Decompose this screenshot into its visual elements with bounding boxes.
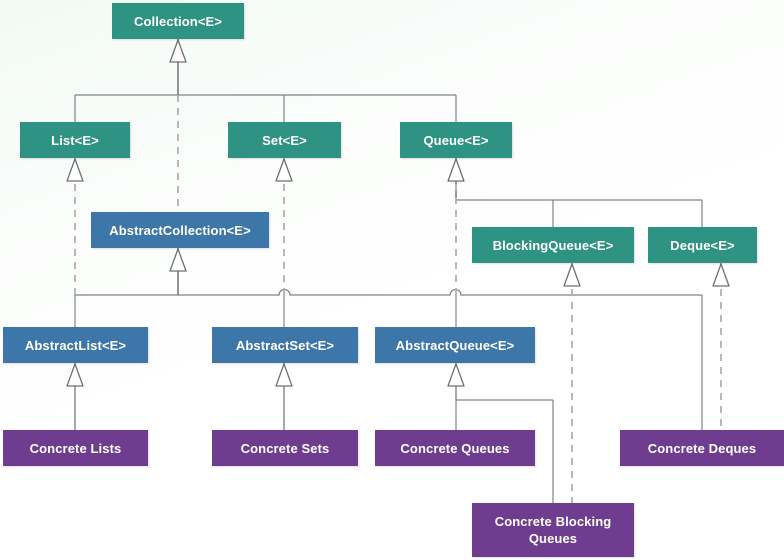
class-label-concretesets: Concrete Sets [240, 440, 330, 456]
class-label-concretequeues: Concrete Queues [400, 440, 510, 456]
arrowhead-to-list [66, 158, 84, 182]
connector-layer [66, 39, 730, 503]
class-box-deque[interactable]: Deque<E> [648, 227, 757, 263]
class-box-concretequeues[interactable]: Concrete Queues [375, 430, 535, 466]
class-label-collection: Collection<E> [134, 13, 222, 29]
class-box-abstractset[interactable]: AbstractSet<E> [212, 327, 358, 363]
class-label-abstractset: AbstractSet<E> [235, 337, 335, 353]
class-label-queue: Queue<E> [423, 132, 489, 148]
class-label-set: Set<E> [262, 132, 307, 148]
class-label-abstractlist: AbstractList<E> [24, 337, 127, 353]
class-label-abstractqueue: AbstractQueue<E> [395, 337, 515, 353]
arrowhead-to-collection [169, 39, 187, 63]
edge-bus-abstractcollection-children [75, 288, 702, 296]
arrowhead-to-set [275, 158, 293, 182]
class-box-abstractcollection[interactable]: AbstractCollection<E> [91, 212, 269, 248]
arrowhead-to-abstractlist [66, 363, 84, 387]
class-box-concretedeques[interactable]: Concrete Deques [620, 430, 784, 466]
class-box-collection[interactable]: Collection<E> [112, 3, 244, 39]
class-box-concretelists[interactable]: Concrete Lists [3, 430, 148, 466]
class-box-queue[interactable]: Queue<E> [400, 122, 512, 158]
class-box-abstractqueue[interactable]: AbstractQueue<E> [375, 327, 535, 363]
class-label-concretedeques: Concrete Deques [647, 440, 757, 456]
arrowhead-to-abstractqueue [447, 363, 465, 387]
class-box-concreteblocking[interactable]: Concrete Blocking Queues [472, 503, 634, 557]
class-label-concreteblocking: Concrete Blocking Queues [494, 514, 612, 546]
class-label-abstractcollection: AbstractCollection<E> [109, 222, 251, 238]
class-box-concretesets[interactable]: Concrete Sets [212, 430, 358, 466]
arrowhead-to-abstractset [275, 363, 293, 387]
class-box-blockingqueue[interactable]: BlockingQueue<E> [472, 227, 634, 263]
uml-class-diagram: Collection<E> List<E> Set<E> Queue<E> Bl… [0, 0, 784, 560]
class-label-concretelists: Concrete Lists [29, 440, 122, 456]
class-label-deque: Deque<E> [670, 237, 735, 253]
arrowhead-to-blockingqueue [563, 263, 581, 287]
class-box-set[interactable]: Set<E> [228, 122, 341, 158]
arrowhead-to-abstractcollection [169, 248, 187, 272]
arrowhead-to-queue [447, 158, 465, 182]
class-label-blockingqueue: BlockingQueue<E> [492, 237, 614, 253]
class-label-list: List<E> [51, 132, 99, 148]
class-box-list[interactable]: List<E> [20, 122, 130, 158]
class-box-abstractlist[interactable]: AbstractList<E> [3, 327, 148, 363]
arrowhead-to-deque [712, 263, 730, 287]
